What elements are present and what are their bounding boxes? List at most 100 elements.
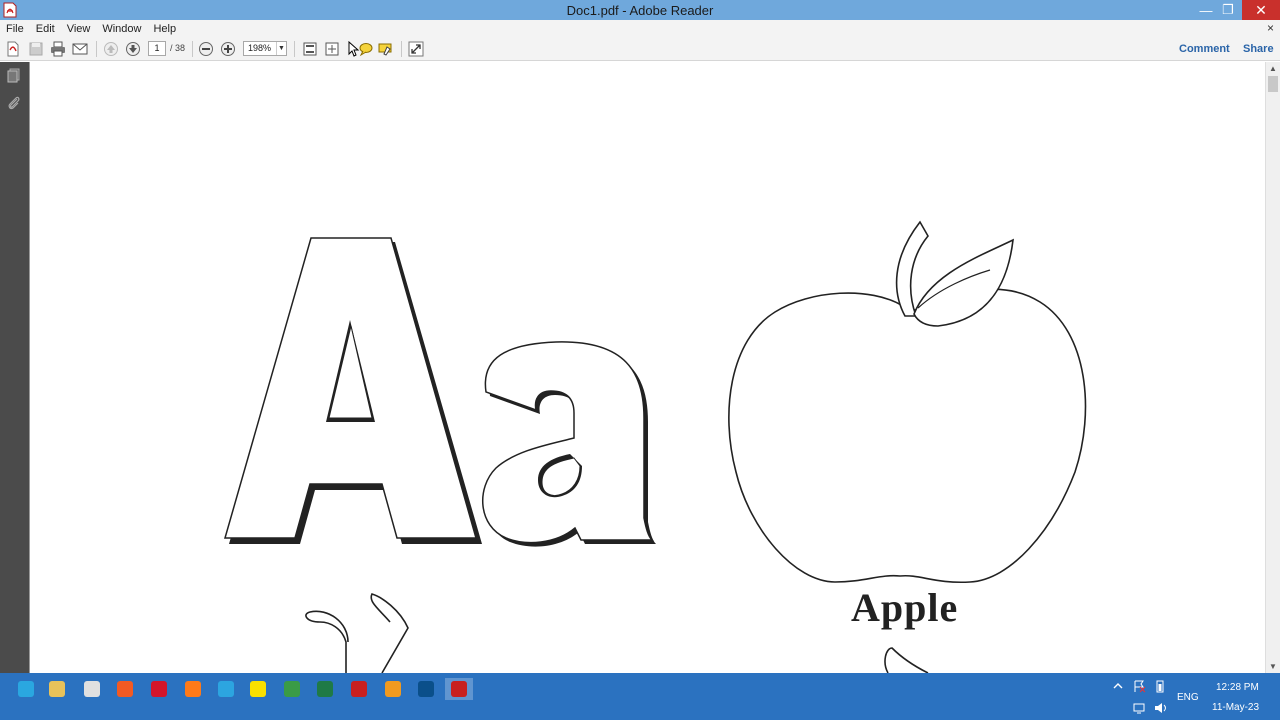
page-total: / 38 xyxy=(170,43,186,53)
read-mode-button[interactable] xyxy=(407,40,425,58)
telegram-icon[interactable] xyxy=(212,678,240,700)
file-explorer-icon-glyph xyxy=(49,681,65,697)
excel-icon-glyph xyxy=(317,681,333,697)
app-icon-green-glyph xyxy=(284,681,300,697)
zoom-in-button[interactable] xyxy=(219,40,237,58)
adobe-reader-icon-glyph xyxy=(451,681,467,697)
arrow-up-icon xyxy=(104,42,118,56)
next-page-button[interactable] xyxy=(124,40,142,58)
previous-page-button[interactable] xyxy=(102,40,120,58)
highlighter-icon xyxy=(378,43,392,56)
apple-drawing xyxy=(728,220,1087,584)
photoshop-icon[interactable] xyxy=(412,678,440,700)
fit-page-icon xyxy=(303,42,317,56)
title-bar: Doc1.pdf - Adobe Reader — ❐ ✕ xyxy=(0,0,1280,20)
internet-explorer-icon[interactable] xyxy=(12,678,40,700)
save-button[interactable] xyxy=(27,40,45,58)
zoom-select[interactable]: 198% ▼ xyxy=(243,41,287,56)
opera-icon[interactable] xyxy=(145,678,173,700)
kakaotalk-icon-glyph xyxy=(250,681,266,697)
menu-edit[interactable]: Edit xyxy=(30,23,61,35)
page-number-input[interactable]: 1 xyxy=(148,41,166,56)
letter-capital-a xyxy=(224,237,482,544)
fit-page-button[interactable] xyxy=(301,40,319,58)
file-explorer-icon[interactable] xyxy=(43,678,71,700)
comment-tab[interactable]: Comment xyxy=(1179,43,1230,55)
show-hidden-icons-chevron-icon[interactable] xyxy=(1112,681,1124,691)
kakaotalk-icon[interactable] xyxy=(244,678,272,700)
action-center-flag-icon[interactable] xyxy=(1132,679,1146,693)
minus-circle-icon xyxy=(199,42,213,56)
email-button[interactable] xyxy=(71,40,89,58)
scroll-up-arrow-icon[interactable]: ▲ xyxy=(1269,64,1277,73)
maximize-button[interactable]: ❐ xyxy=(1212,0,1244,20)
photoshop-icon-glyph xyxy=(418,681,434,697)
navigation-panel xyxy=(0,62,29,673)
network-icon[interactable] xyxy=(1132,701,1146,715)
close-button[interactable]: ✕ xyxy=(1242,0,1280,20)
expand-icon xyxy=(325,42,339,56)
create-pdf-icon xyxy=(7,41,19,57)
clock-time[interactable]: 12:28 PM xyxy=(1216,682,1259,693)
menu-view[interactable]: View xyxy=(61,23,97,35)
plus-circle-icon xyxy=(221,42,235,56)
zoom-out-button[interactable] xyxy=(197,40,215,58)
scroll-down-arrow-icon[interactable]: ▼ xyxy=(1269,662,1277,671)
chevron-down-icon[interactable]: ▼ xyxy=(276,42,286,55)
menu-window[interactable]: Window xyxy=(96,23,147,35)
create-pdf-button[interactable] xyxy=(4,40,22,58)
vertical-scrollbar[interactable]: ▲ ▼ xyxy=(1265,62,1280,673)
clock-date[interactable]: 11-May-23 xyxy=(1212,702,1259,713)
excel-icon[interactable] xyxy=(311,678,339,700)
brave-icon[interactable] xyxy=(111,678,139,700)
page-thumbnails-icon[interactable] xyxy=(6,67,22,83)
scroll-thumb[interactable] xyxy=(1268,76,1278,92)
app-icon-orange-glyph xyxy=(385,681,401,697)
email-icon xyxy=(72,43,88,55)
partial-drawing-below-apple xyxy=(884,647,929,673)
acrobat-dc-icon[interactable] xyxy=(345,678,373,700)
input-language-indicator[interactable]: ENG xyxy=(1177,692,1199,703)
chrome-icon-glyph xyxy=(84,681,100,697)
zoom-value: 198% xyxy=(248,43,272,53)
toolbar-separator xyxy=(294,41,295,57)
menu-help[interactable]: Help xyxy=(147,23,182,35)
menu-file[interactable]: File xyxy=(0,23,30,35)
toolbar-separator xyxy=(192,41,193,57)
toolbar-separator xyxy=(96,41,97,57)
adobe-reader-app-icon[interactable] xyxy=(3,2,17,18)
letter-lowercase-a xyxy=(482,341,656,547)
app-icon-green[interactable] xyxy=(278,678,306,700)
print-icon xyxy=(51,41,65,57)
pdf-page-content xyxy=(224,220,1087,673)
highlight-button[interactable] xyxy=(376,40,394,58)
expand-arrows-icon xyxy=(408,41,424,57)
sticky-note-button[interactable] xyxy=(356,40,374,58)
partial-drawing-below-letters xyxy=(305,593,409,673)
chrome-icon[interactable] xyxy=(78,678,106,700)
close-document-button[interactable]: × xyxy=(1267,21,1274,35)
brave-icon-glyph xyxy=(117,681,133,697)
toolbar-separator xyxy=(401,41,402,57)
opera-icon-glyph xyxy=(151,681,167,697)
full-screen-button[interactable] xyxy=(323,40,341,58)
window-title: Doc1.pdf - Adobe Reader xyxy=(566,2,714,18)
toolbar: 1 / 38 198% ▼ Comment Share xyxy=(0,37,1280,61)
share-tab[interactable]: Share xyxy=(1243,43,1274,55)
print-button[interactable] xyxy=(49,40,67,58)
adobe-reader-icon[interactable] xyxy=(445,678,473,700)
firefox-icon-glyph xyxy=(185,681,201,697)
acrobat-dc-icon-glyph xyxy=(351,681,367,697)
attachments-paperclip-icon[interactable] xyxy=(6,95,22,111)
internet-explorer-icon-glyph xyxy=(18,681,34,697)
comment-bubble-icon xyxy=(359,43,373,57)
arrow-down-icon xyxy=(126,42,140,56)
save-icon xyxy=(29,42,43,56)
windows-taskbar: ENG 12:28 PM 11-May-23 xyxy=(0,673,1280,720)
battery-icon[interactable] xyxy=(1153,679,1167,693)
app-icon-orange[interactable] xyxy=(379,678,407,700)
firefox-icon[interactable] xyxy=(179,678,207,700)
document-view[interactable]: Aa Apple xyxy=(29,62,1265,673)
menu-bar: File Edit View Window Help × xyxy=(0,20,1280,37)
volume-speaker-icon[interactable] xyxy=(1153,701,1167,715)
